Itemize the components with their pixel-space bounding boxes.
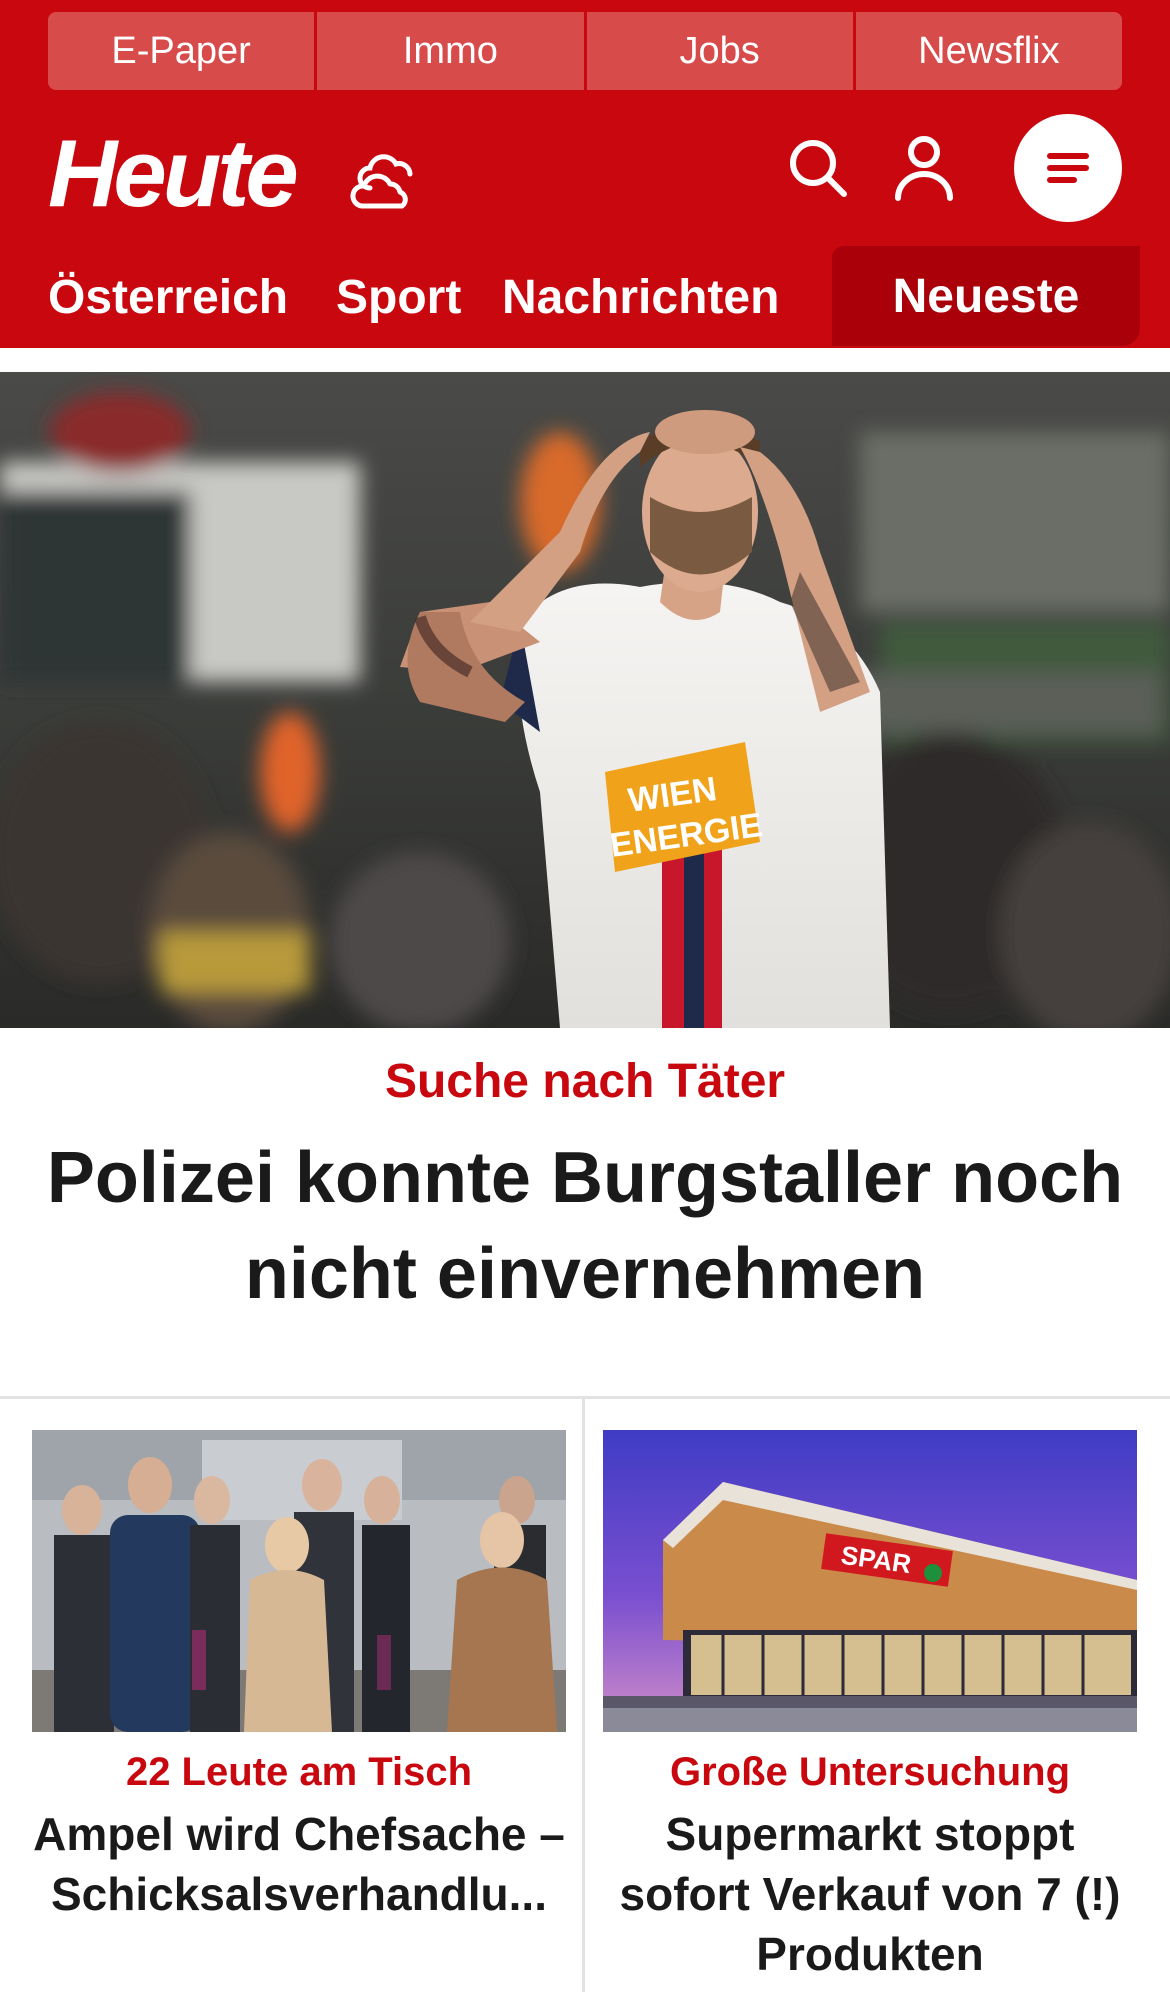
section-neueste[interactable]: Neueste [832, 246, 1140, 346]
section-nachrichten[interactable]: Nachrichten [502, 246, 779, 348]
hero-kicker: Suche nach Täter [384, 1055, 786, 1108]
hero-image[interactable]: WIEN ENERGIE [0, 372, 1170, 1028]
section-oesterreich[interactable]: Österreich [48, 246, 288, 348]
article-image-supermarket[interactable]: SPAR [603, 1430, 1137, 1732]
section-sport[interactable]: Sport [336, 246, 461, 348]
hero-headline[interactable]: Polizei konnte Burgstaller noch nicht ei… [40, 1130, 1130, 1322]
user-icon[interactable] [892, 134, 956, 202]
article-card[interactable]: SPAR Große Untersuchung Supermarkt stopp… [603, 1430, 1137, 1984]
topnav-immo[interactable]: Immo [317, 12, 587, 90]
column-divider [582, 1399, 585, 1992]
search-icon[interactable] [786, 136, 850, 200]
site-header: E-Paper Immo Jobs Newsflix Heute [0, 0, 1170, 246]
menu-icon [1047, 153, 1089, 183]
section-divider [0, 1396, 1170, 1399]
article-kicker: 22 Leute am Tisch [125, 1750, 473, 1794]
article-card[interactable]: 22 Leute am Tisch Ampel wird Chefsache –… [32, 1430, 566, 1924]
topnav-jobs[interactable]: Jobs [586, 12, 856, 90]
article-headline[interactable]: Supermarkt stoppt sofort Verkauf von 7 (… [603, 1804, 1137, 1984]
topnav-epaper[interactable]: E-Paper [48, 12, 318, 90]
menu-button[interactable] [1014, 114, 1122, 222]
topnav-newsflix[interactable]: Newsflix [855, 12, 1122, 90]
article-headline[interactable]: Ampel wird Chefsache – Schicksalsverhand… [32, 1804, 566, 1924]
site-logo[interactable]: Heute [48, 126, 299, 222]
weather-cloud-icon[interactable] [348, 148, 420, 212]
article-image-politicians[interactable] [32, 1430, 566, 1732]
article-kicker: Große Untersuchung [669, 1750, 1071, 1794]
top-navigation: E-Paper Immo Jobs Newsflix [48, 12, 1122, 90]
